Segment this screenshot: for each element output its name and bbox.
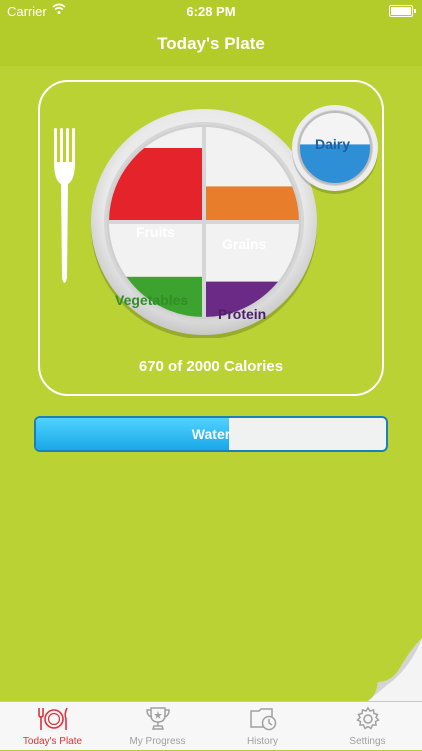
plate-icon (0, 706, 105, 735)
fruits-label[interactable]: Fruits (136, 224, 175, 240)
plate[interactable]: Fruits Grains Vegetables Protein (88, 106, 320, 343)
tab-label: Settings (349, 736, 386, 747)
vegetables-label[interactable]: Vegetables (115, 292, 188, 308)
water-progress-bar[interactable]: Water (34, 416, 388, 452)
tab-history[interactable]: History (210, 702, 315, 751)
water-label: Water (191, 426, 231, 442)
tab-label: My Progress (129, 736, 186, 747)
tab-todays-plate[interactable]: Today's Plate (0, 702, 105, 751)
tab-my-progress[interactable]: My Progress (105, 702, 210, 751)
dairy-label: Dairy (315, 136, 351, 152)
page-title: Today's Plate (157, 34, 265, 53)
main-content: 670 of 2000 Calories Fruits Grains Veget… (0, 66, 422, 702)
trophy-icon (105, 706, 210, 735)
tab-bar: Today's Plate My Progress History Settin… (0, 701, 422, 750)
status-time: 6:28 PM (186, 4, 236, 19)
grains-label[interactable]: Grains (222, 236, 266, 252)
page-curl[interactable] (366, 638, 422, 707)
status-bar: Carrier 6:28 PM (0, 0, 422, 22)
calories-summary: 670 of 2000 Calories (138, 358, 284, 375)
gear-icon (315, 706, 420, 735)
tab-settings[interactable]: Settings (315, 702, 420, 751)
tab-label: History (246, 736, 279, 747)
history-icon (210, 706, 315, 735)
battery-icon (389, 5, 416, 17)
dairy-cup[interactable]: Dairy (289, 102, 381, 199)
fork-icon (52, 128, 78, 293)
protein-label[interactable]: Protein (218, 306, 266, 322)
tab-label: Today's Plate (22, 736, 83, 747)
navigation-bar: Today's Plate (0, 22, 422, 66)
